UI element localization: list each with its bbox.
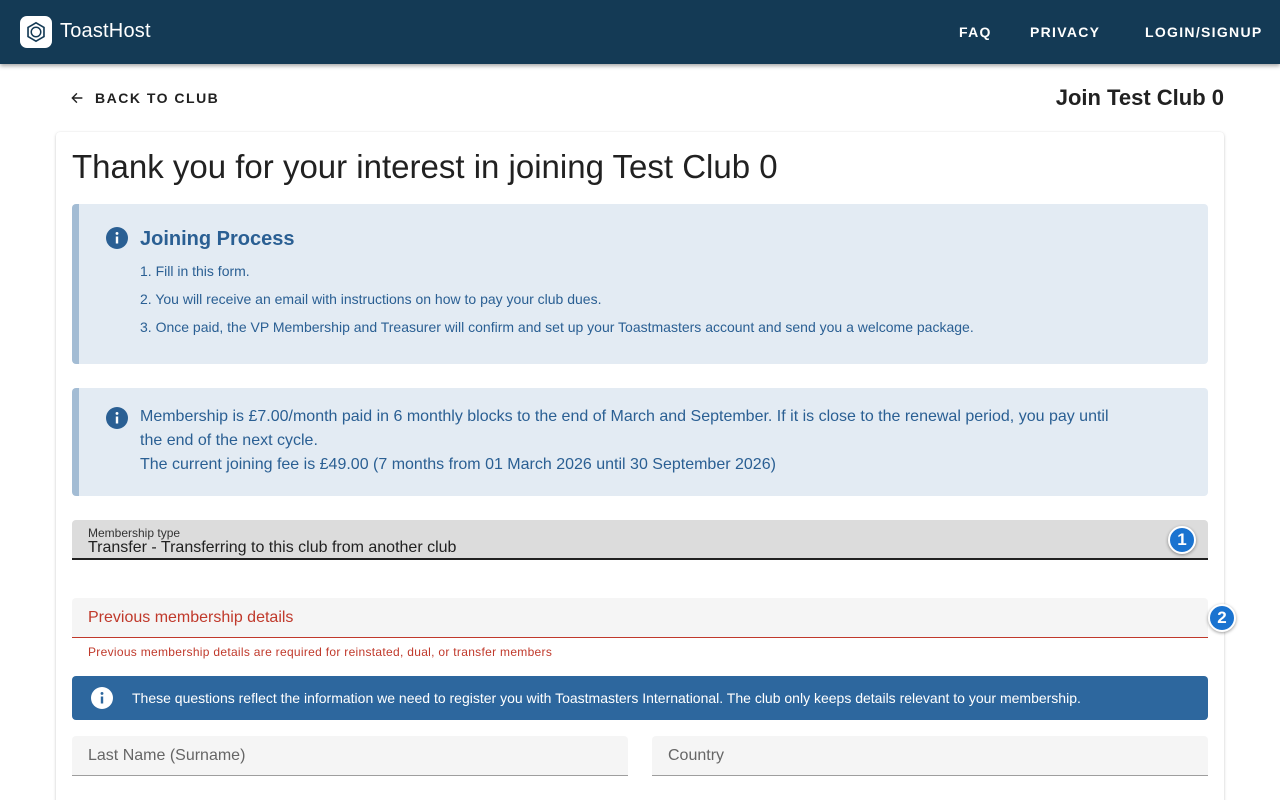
- registration-info-banner: These questions reflect the information …: [72, 676, 1208, 720]
- joining-step-1: 1. Fill in this form.: [140, 263, 250, 279]
- previous-membership-error: Previous membership details are required…: [88, 645, 553, 659]
- back-to-club-label: BACK TO CLUB: [95, 90, 220, 106]
- previous-membership-input[interactable]: Previous membership details: [72, 598, 1208, 638]
- membership-type-label: Membership type: [88, 526, 181, 540]
- brand-name[interactable]: ToastHost: [60, 20, 151, 43]
- joining-step-2: 2. You will receive an email with instru…: [140, 291, 602, 307]
- membership-info-line-2: the end of the next cycle.: [140, 432, 318, 449]
- app-bar: ToastHost FAQ PRIVACY LOGIN/SIGNUP: [0, 0, 1280, 64]
- marker-badge-1: 1: [1168, 526, 1196, 554]
- nav-faq[interactable]: FAQ: [959, 24, 992, 40]
- previous-membership-placeholder: Previous membership details: [88, 609, 294, 626]
- logo-icon[interactable]: [20, 16, 52, 48]
- info-icon: [106, 227, 128, 249]
- info-icon: [106, 407, 128, 429]
- joining-step-3: 3. Once paid, the VP Membership and Trea…: [140, 319, 974, 335]
- page-title: Thank you for your interest in joining T…: [72, 148, 778, 185]
- country-placeholder: Country: [668, 747, 725, 764]
- joining-process-alert: Joining Process 1. Fill in this form. 2.…: [72, 204, 1208, 364]
- joining-process-title: Joining Process: [140, 228, 295, 250]
- marker-badge-2: 2: [1208, 604, 1236, 632]
- nav-login-signup[interactable]: LOGIN/SIGNUP: [1145, 24, 1263, 40]
- membership-type-value: Transfer - Transferring to this club fro…: [88, 539, 457, 556]
- info-icon: [91, 687, 113, 709]
- page-heading: Join Test Club 0: [1055, 85, 1224, 110]
- membership-info-alert: Membership is £7.00/month paid in 6 mont…: [72, 388, 1208, 496]
- registration-info-text: These questions reflect the information …: [132, 690, 1081, 706]
- last-name-placeholder: Last Name (Surname): [88, 747, 246, 764]
- country-input[interactable]: Country: [652, 736, 1208, 776]
- membership-info-line-3: The current joining fee is £49.00 (7 mon…: [140, 456, 776, 473]
- arrow-left-icon: [71, 92, 83, 104]
- last-name-input[interactable]: Last Name (Surname): [72, 736, 628, 776]
- back-to-club-button[interactable]: BACK TO CLUB: [70, 89, 219, 107]
- membership-type-select[interactable]: Membership type Transfer - Transferring …: [72, 520, 1208, 560]
- nav-privacy[interactable]: PRIVACY: [1030, 24, 1100, 40]
- membership-info-line-1: Membership is £7.00/month paid in 6 mont…: [140, 408, 1109, 425]
